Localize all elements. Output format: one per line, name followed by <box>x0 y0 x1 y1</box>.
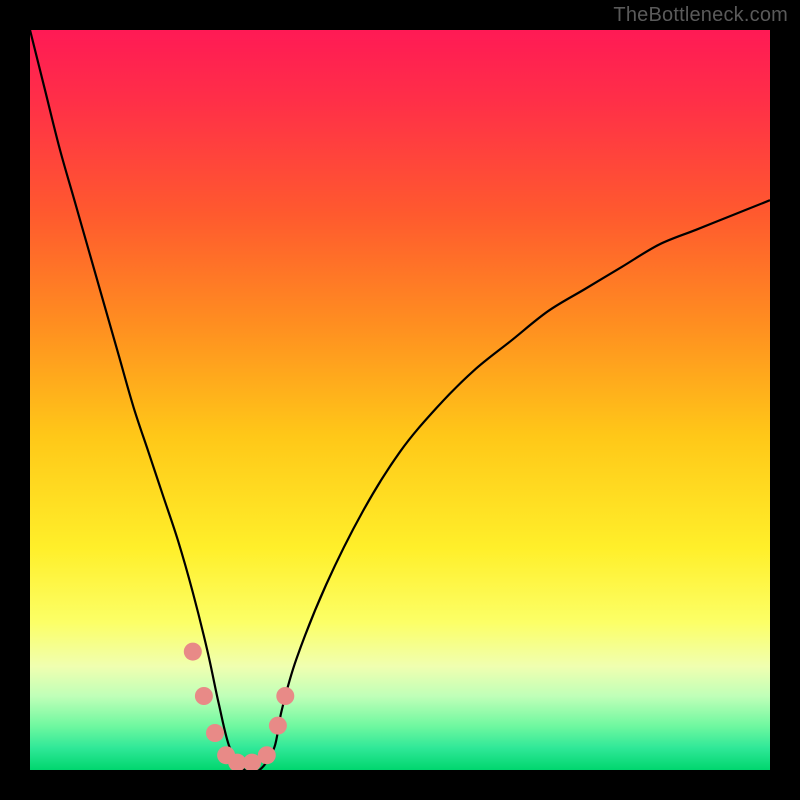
curve-marker <box>258 746 276 764</box>
curve-marker <box>184 643 202 661</box>
bottleneck-curve <box>30 30 770 770</box>
curve-marker <box>269 717 287 735</box>
plot-area <box>30 30 770 770</box>
chart-frame: TheBottleneck.com <box>0 0 800 800</box>
curve-marker <box>195 687 213 705</box>
curve-marker <box>276 687 294 705</box>
curve-marker <box>206 724 224 742</box>
curve-layer <box>30 30 770 770</box>
watermark-text: TheBottleneck.com <box>613 4 788 27</box>
curve-markers <box>184 643 294 770</box>
